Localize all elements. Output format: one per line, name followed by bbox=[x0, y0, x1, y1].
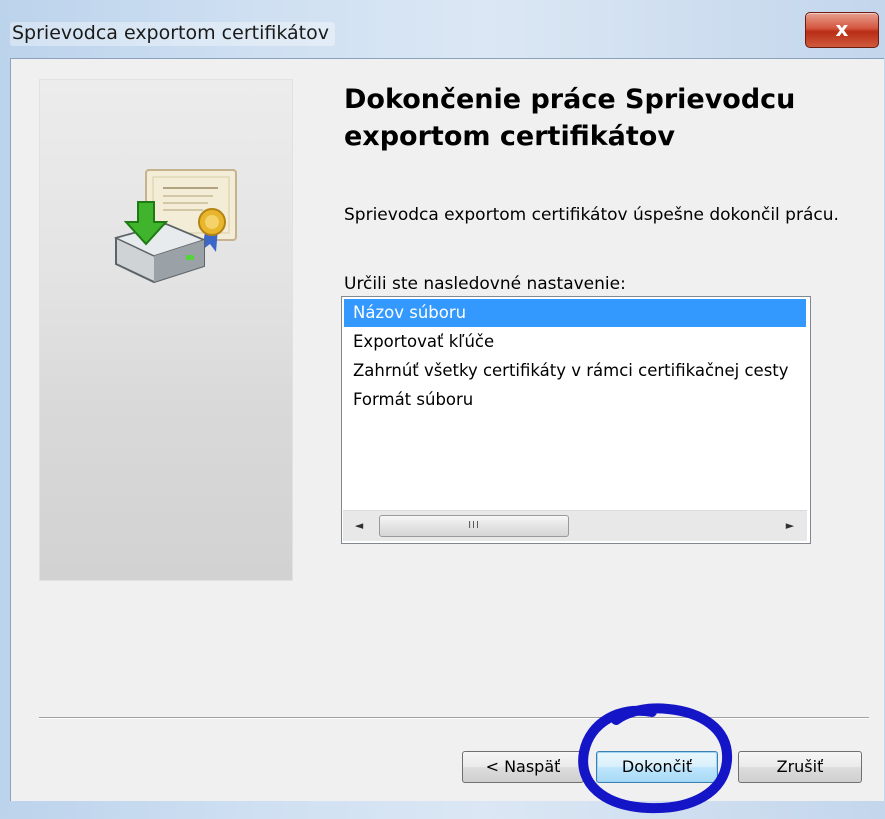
title-bar[interactable]: Sprievodca exportom certifikátov x bbox=[0, 0, 885, 58]
back-button[interactable]: < Naspäť bbox=[462, 751, 584, 783]
horizontal-scrollbar[interactable]: ◄ III ► bbox=[343, 510, 807, 541]
window-title: Sprievodca exportom certifikátov bbox=[10, 22, 335, 46]
scroll-right-arrow-icon[interactable]: ► bbox=[780, 517, 800, 535]
list-item-file-name[interactable]: Názov súboru bbox=[344, 299, 806, 327]
certificate-export-icon bbox=[113, 169, 237, 284]
scroll-left-arrow-icon[interactable]: ◄ bbox=[349, 517, 369, 535]
settings-list-label: Určili ste nasledovné nastavenie: bbox=[344, 274, 626, 294]
wizard-window: Sprievodca exportom certifikátov x Dokon… bbox=[0, 0, 885, 819]
success-message: Sprievodca exportom certifikátov úspešne… bbox=[344, 205, 839, 225]
scroll-thumb[interactable]: III bbox=[379, 515, 569, 537]
list-item-export-keys[interactable]: Exportovať kľúče bbox=[344, 328, 806, 356]
settings-listbox[interactable]: Názov súboru Exportovať kľúče Zahrnúť vš… bbox=[341, 296, 811, 544]
close-button[interactable]: x bbox=[805, 12, 879, 48]
finish-button[interactable]: Dokončiť bbox=[596, 751, 718, 783]
list-item-include-certificates[interactable]: Zahrnúť všetky certifikáty v rámci certi… bbox=[344, 357, 806, 385]
wizard-sidebar-panel bbox=[39, 79, 293, 581]
list-item-file-format[interactable]: Formát súboru bbox=[344, 386, 806, 414]
close-icon: x bbox=[835, 17, 849, 41]
cancel-button[interactable]: Zrušiť bbox=[738, 751, 862, 783]
wizard-client-area: Dokončenie práce Sprievodcu exportom cer… bbox=[10, 58, 884, 801]
scroll-grip-icon: III bbox=[468, 520, 480, 531]
footer-divider bbox=[39, 717, 869, 719]
page-title: Dokončenie práce Sprievodcu exportom cer… bbox=[344, 84, 796, 152]
